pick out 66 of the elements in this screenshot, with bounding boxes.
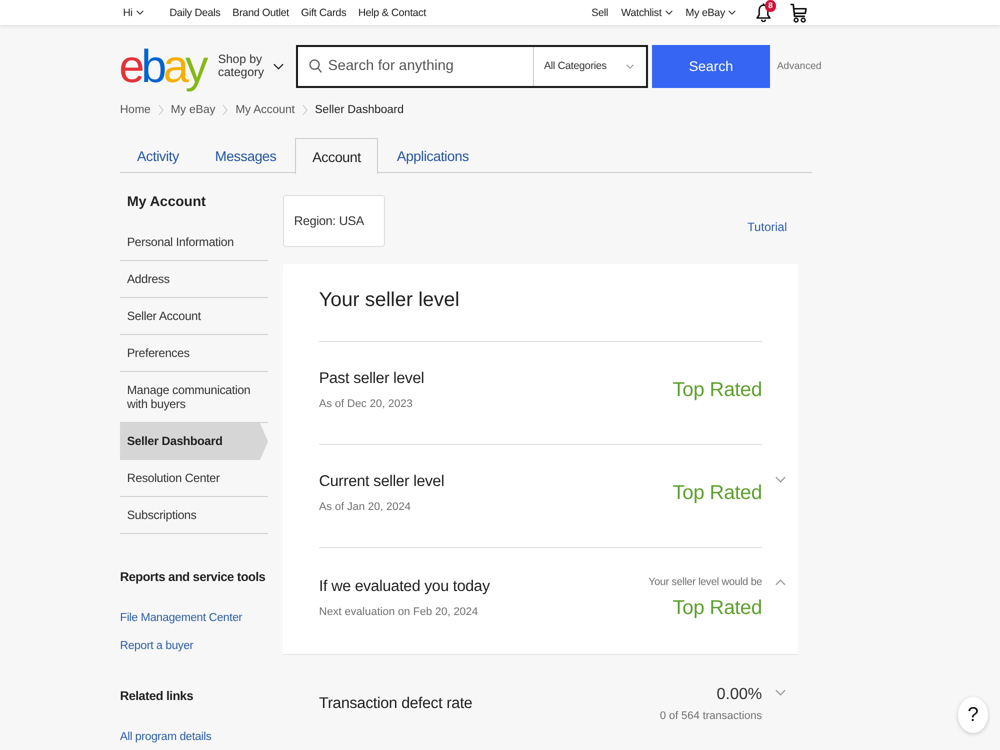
sidebar-item[interactable]: Address <box>120 261 268 298</box>
breadcrumb-link[interactable]: Home <box>120 104 151 116</box>
row-date: Next evaluation on Feb 20, 2024 <box>319 605 480 619</box>
sidebar-item[interactable]: Seller Account <box>120 298 268 335</box>
breadcrumb-link[interactable]: My eBay <box>170 104 216 116</box>
search-button[interactable]: Search <box>652 44 770 88</box>
tab[interactable]: Activity <box>120 138 196 173</box>
sidebar-item[interactable]: Seller Dashboard <box>120 423 268 460</box>
category-dropdown[interactable]: All Categories <box>534 46 646 86</box>
seller-rating: Top Rated <box>672 378 762 403</box>
nav-link[interactable]: Sell <box>591 6 608 18</box>
row-date: As of Dec 20, 2023 <box>319 397 414 411</box>
seller-rating: Top Rated <box>672 481 762 506</box>
tab[interactable]: Account <box>295 138 378 174</box>
metric-detail: 0 of 564 transactions <box>660 709 762 723</box>
search-icon <box>309 59 322 73</box>
greeting-menu[interactable]: Hi <box>123 6 144 18</box>
nav-link[interactable]: Help & Contact <box>358 6 426 18</box>
nav-menu[interactable]: Watchlist <box>621 6 673 18</box>
row-date: As of Jan 20, 2024 <box>319 500 412 514</box>
cart-icon[interactable] <box>790 2 807 22</box>
chevron-down-icon[interactable] <box>775 476 786 483</box>
chevron-right-icon <box>158 104 164 116</box>
row-label: Past seller level <box>319 369 424 389</box>
sidebar-link[interactable]: File Management Center <box>120 611 268 625</box>
chevron-right-icon <box>302 104 308 116</box>
help-button[interactable]: ? <box>958 697 988 733</box>
row-label: If we evaluated you today <box>319 577 490 597</box>
logo[interactable]: ebay <box>119 40 203 92</box>
row-label: Transaction defect rate <box>319 694 472 714</box>
sidebar-item[interactable]: Subscriptions <box>120 497 268 534</box>
nav-link[interactable]: Gift Cards <box>300 6 346 18</box>
row-label: Current seller level <box>319 472 444 492</box>
sidebar-item[interactable]: Resolution Center <box>120 460 268 497</box>
nav-menu[interactable]: My eBay <box>686 6 736 18</box>
sidebar-section-title: Reports and service tools <box>120 569 266 585</box>
notification-badge: 8 <box>765 0 776 12</box>
chevron-down-icon[interactable] <box>775 689 786 696</box>
search-field[interactable]: Search for anything <box>328 54 528 78</box>
metric-value: 0.00% <box>716 685 762 705</box>
tutorial-link[interactable]: Tutorial <box>747 220 787 234</box>
chevron-up-icon[interactable] <box>775 579 786 586</box>
nav-link[interactable]: Daily Deals <box>170 6 220 18</box>
chevron-down-icon <box>273 62 284 70</box>
sidebar-title: My Account <box>126 192 207 211</box>
sidebar-item[interactable]: Personal Information <box>120 224 268 261</box>
seller-rating: Top Rated <box>672 596 762 621</box>
region-dropdown[interactable]: Region: USA <box>283 195 385 247</box>
search-bar[interactable]: Search for anything All Categories <box>296 44 648 88</box>
nav-link[interactable]: Brand Outlet <box>232 6 289 18</box>
chevron-right-icon <box>222 104 228 116</box>
shop-by-category-button[interactable]: Shop by category <box>218 53 284 79</box>
sidebar-section-title: Related links <box>120 688 194 704</box>
sidebar-item[interactable]: Preferences <box>120 335 268 372</box>
card-title: Your seller level <box>319 288 460 313</box>
level-note: Your seller level would be <box>648 575 762 589</box>
sidebar-link[interactable]: All program details <box>120 730 268 744</box>
caret-icon <box>136 10 144 15</box>
breadcrumb-link[interactable]: My Account <box>235 104 295 116</box>
breadcrumb-current: Seller Dashboard <box>314 104 404 116</box>
advanced-search-link[interactable]: Advanced <box>777 60 822 72</box>
tab[interactable]: Applications <box>380 138 486 173</box>
chevron-down-icon <box>626 64 634 68</box>
bell-icon[interactable] <box>756 3 771 22</box>
sidebar-link[interactable]: Report a buyer <box>120 639 268 653</box>
tab[interactable]: Messages <box>198 138 294 173</box>
